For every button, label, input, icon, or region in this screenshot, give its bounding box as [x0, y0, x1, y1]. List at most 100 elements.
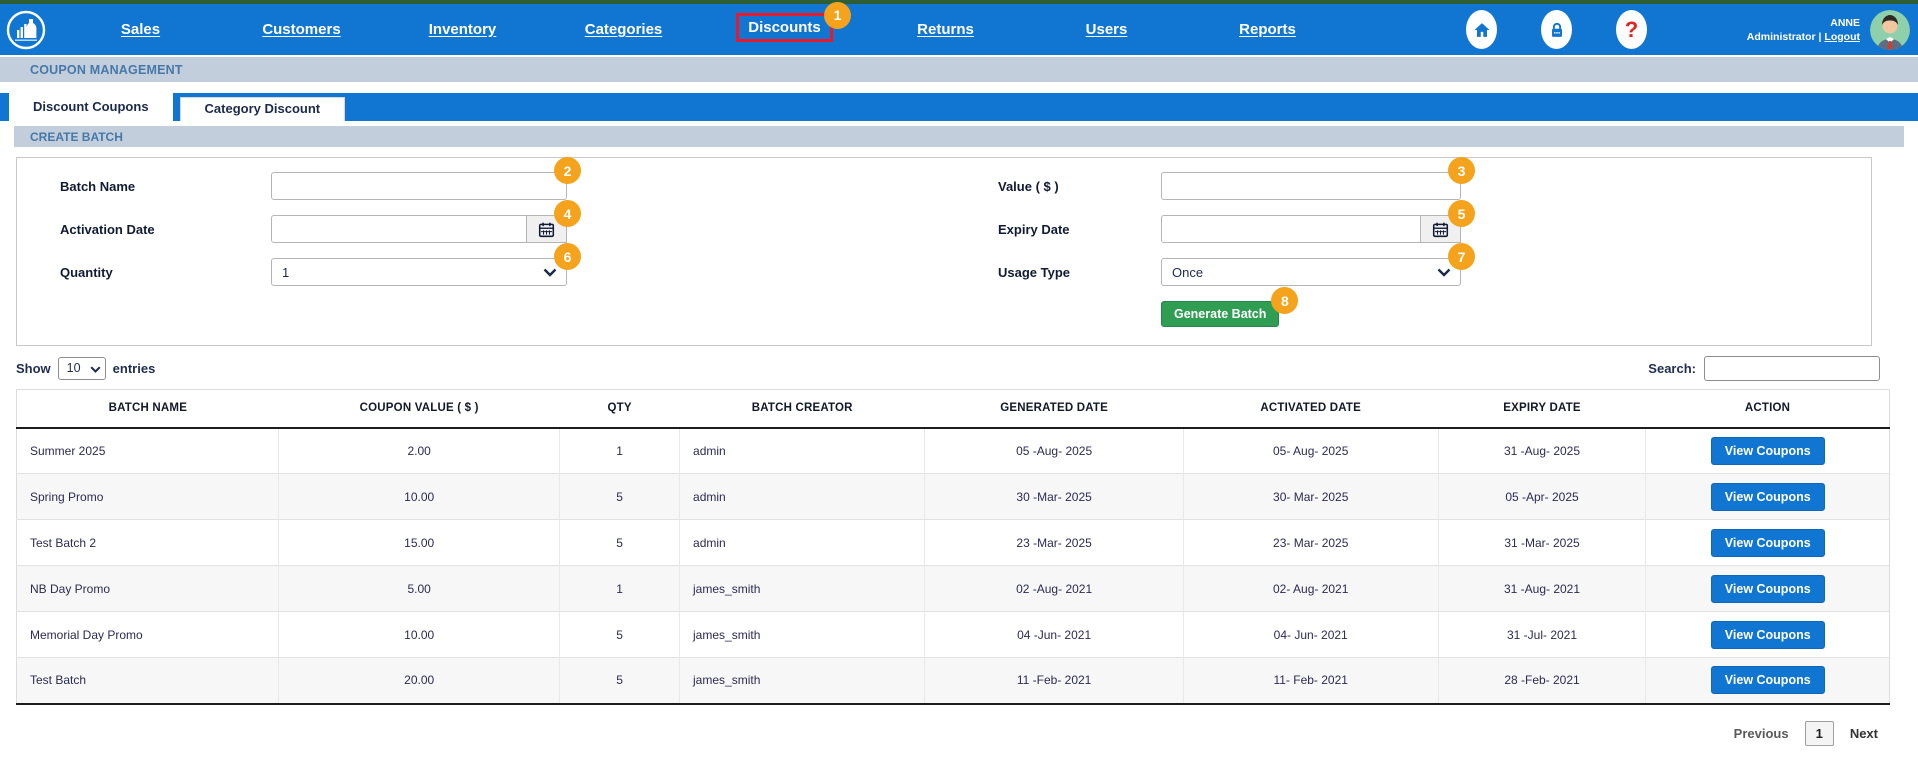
cell-generated-date: 05 -Aug- 2025	[925, 428, 1183, 474]
usage-type-label: Usage Type	[998, 265, 1161, 280]
cell-batch-name: NB Day Promo	[17, 566, 279, 612]
cell-batch-creator: admin	[680, 520, 925, 566]
cell-qty: 5	[560, 658, 680, 704]
nav-discounts[interactable]: Discounts 1	[704, 4, 865, 55]
nav-sales-label: Sales	[121, 21, 160, 38]
view-coupons-button[interactable]: View Coupons	[1711, 666, 1825, 694]
cell-activated-date: 04- Jun- 2021	[1183, 612, 1438, 658]
cell-coupon-value: 2.00	[279, 428, 560, 474]
nav-inventory[interactable]: Inventory	[382, 4, 543, 55]
cell-batch-name: Memorial Day Promo	[17, 612, 279, 658]
logout-link[interactable]: Logout	[1824, 31, 1860, 43]
pagination-next[interactable]: Next	[1850, 726, 1878, 741]
annotation-badge-8: 8	[1271, 287, 1298, 314]
nav-reports[interactable]: Reports	[1187, 4, 1348, 55]
page-content: CREATE BATCH Batch Name 2 Value ( $ ) 3 …	[0, 126, 1918, 746]
cell-generated-date: 11 -Feb- 2021	[925, 658, 1183, 704]
nav-users[interactable]: Users	[1026, 4, 1187, 55]
table-row: Spring Promo 10.00 5 admin 30 -Mar- 2025…	[17, 474, 1890, 520]
pagination-previous[interactable]: Previous	[1734, 726, 1789, 741]
header-batch-name[interactable]: BATCH NAME	[17, 390, 279, 428]
nav-sales[interactable]: Sales	[60, 4, 221, 55]
lock-icon[interactable]	[1541, 10, 1572, 49]
primary-nav: Sales Customers Inventory Categories Dis…	[60, 4, 1348, 55]
cell-expiry-date: 28 -Feb- 2021	[1438, 658, 1646, 704]
quantity-selected-value: 1	[282, 265, 289, 280]
nav-customers[interactable]: Customers	[221, 4, 382, 55]
usage-type-select[interactable]: Once	[1161, 258, 1461, 286]
chevron-down-icon	[543, 268, 557, 277]
cell-expiry-date: 31 -Mar- 2025	[1438, 520, 1646, 566]
cell-expiry-date: 31 -Aug- 2021	[1438, 566, 1646, 612]
cell-qty: 1	[560, 428, 680, 474]
quantity-label: Quantity	[60, 265, 271, 280]
chevron-down-icon	[1437, 268, 1451, 277]
cell-coupon-value: 5.00	[279, 566, 560, 612]
search-input[interactable]	[1704, 356, 1880, 381]
header-qty[interactable]: QTY	[560, 390, 680, 428]
user-avatar[interactable]	[1870, 10, 1910, 50]
header-action[interactable]: ACTION	[1646, 390, 1890, 428]
header-activated-date[interactable]: ACTIVATED DATE	[1183, 390, 1438, 428]
header-generated-date[interactable]: GENERATED DATE	[925, 390, 1183, 428]
table-controls: Show 10 entries Search:	[16, 356, 1890, 380]
store-logo-icon[interactable]	[6, 10, 46, 50]
view-coupons-button[interactable]: View Coupons	[1711, 529, 1825, 557]
generate-batch-button[interactable]: Generate Batch	[1161, 301, 1279, 327]
tab-discount-coupons[interactable]: Discount Coupons	[9, 93, 173, 121]
main-navbar: Sales Customers Inventory Categories Dis…	[0, 4, 1918, 55]
search-label: Search:	[1648, 361, 1696, 376]
nav-categories[interactable]: Categories	[543, 4, 704, 55]
nav-inventory-label: Inventory	[429, 21, 497, 38]
user-role: Administrator	[1747, 31, 1816, 43]
cell-activated-date: 02- Aug- 2021	[1183, 566, 1438, 612]
view-coupons-button[interactable]: View Coupons	[1711, 575, 1825, 603]
table-row: Memorial Day Promo 10.00 5 james_smith 0…	[17, 612, 1890, 658]
user-name: ANNE	[1743, 17, 1860, 29]
table-header-row: BATCH NAME COUPON VALUE ( $ ) QTY BATCH …	[17, 390, 1890, 428]
batch-name-label: Batch Name	[60, 179, 271, 194]
view-coupons-button[interactable]: View Coupons	[1711, 621, 1825, 649]
nav-users-label: Users	[1086, 21, 1128, 38]
cell-batch-creator: admin	[680, 428, 925, 474]
cell-qty: 5	[560, 474, 680, 520]
page-size-select[interactable]: 10	[58, 357, 106, 380]
cell-activated-date: 11- Feb- 2021	[1183, 658, 1438, 704]
annotation-highlight-box: Discounts	[736, 13, 833, 42]
coupon-batch-table: BATCH NAME COUPON VALUE ( $ ) QTY BATCH …	[16, 389, 1890, 705]
user-info: ANNE Administrator | Logout	[1743, 17, 1860, 43]
nav-reports-label: Reports	[1239, 21, 1296, 38]
header-expiry-date[interactable]: EXPIRY DATE	[1438, 390, 1646, 428]
cell-generated-date: 23 -Mar- 2025	[925, 520, 1183, 566]
quantity-select[interactable]: 1	[271, 258, 567, 286]
home-icon[interactable]	[1466, 10, 1497, 49]
cell-qty: 5	[560, 520, 680, 566]
value-input[interactable]	[1161, 172, 1461, 200]
entries-label: entries	[113, 361, 156, 376]
expiry-date-input[interactable]	[1161, 215, 1421, 243]
help-icon[interactable]: ?	[1616, 10, 1647, 49]
cell-activated-date: 23- Mar- 2025	[1183, 520, 1438, 566]
page-size-value: 10	[67, 361, 81, 375]
usage-type-selected-value: Once	[1172, 265, 1203, 280]
header-batch-creator[interactable]: BATCH CREATOR	[680, 390, 925, 428]
table-row: Test Batch 20.00 5 james_smith 11 -Feb- …	[17, 658, 1890, 704]
value-label: Value ( $ )	[998, 179, 1161, 194]
cell-batch-name: Spring Promo	[17, 474, 279, 520]
tab-category-discount[interactable]: Category Discount	[180, 97, 346, 121]
cell-expiry-date: 31 -Jul- 2021	[1438, 612, 1646, 658]
cell-coupon-value: 10.00	[279, 612, 560, 658]
pagination: Previous 1 Next	[16, 721, 1890, 746]
cell-batch-creator: admin	[680, 474, 925, 520]
header-coupon-value[interactable]: COUPON VALUE ( $ )	[279, 390, 560, 428]
annotation-badge-6: 6	[554, 243, 581, 270]
cell-generated-date: 04 -Jun- 2021	[925, 612, 1183, 658]
activation-date-input[interactable]	[271, 215, 527, 243]
view-coupons-button[interactable]: View Coupons	[1711, 437, 1825, 465]
view-coupons-button[interactable]: View Coupons	[1711, 483, 1825, 511]
annotation-badge-1: 1	[824, 2, 851, 29]
nav-returns-label: Returns	[917, 21, 974, 38]
pagination-page-1[interactable]: 1	[1805, 721, 1834, 746]
nav-returns[interactable]: Returns	[865, 4, 1026, 55]
batch-name-input[interactable]	[271, 172, 567, 200]
